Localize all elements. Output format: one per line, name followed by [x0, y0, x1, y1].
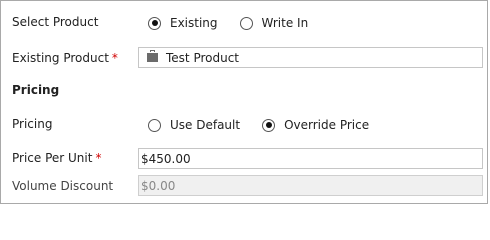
radio-existing[interactable]: Existing	[148, 16, 218, 30]
volume-discount-value: $0.00	[141, 178, 176, 193]
existing-product-label: Existing Product *	[12, 51, 118, 65]
radio-existing-label[interactable]: Existing	[170, 16, 218, 30]
volume-discount-label: Volume Discount	[12, 179, 114, 193]
radio-write-in-indicator[interactable]	[239, 16, 253, 30]
required-marker: *	[95, 151, 102, 165]
radio-use-default[interactable]: Use Default	[148, 118, 240, 132]
existing-product-value[interactable]: Test Product	[166, 51, 239, 65]
section-title: Pricing	[12, 83, 60, 97]
existing-product-lookup[interactable]: Test Product	[138, 47, 483, 68]
radio-write-in-label[interactable]: Write In	[262, 16, 309, 30]
required-marker: *	[111, 51, 118, 65]
radio-existing-indicator[interactable]	[148, 16, 161, 30]
price-per-unit-label-text: Price Per Unit	[12, 151, 93, 165]
pricing-label: Pricing	[12, 117, 53, 131]
radio-override-price-label[interactable]: Override Price	[284, 118, 369, 132]
radio-override-price[interactable]: Override Price	[262, 118, 369, 132]
volume-discount-input: $0.00	[138, 175, 483, 196]
product-icon	[147, 50, 158, 62]
radio-use-default-label[interactable]: Use Default	[170, 118, 240, 132]
price-per-unit-value[interactable]: $450.00	[139, 152, 191, 166]
product-pricing-form: Select Product Existing Write In Existin…	[0, 0, 488, 204]
price-per-unit-input[interactable]: $450.00	[138, 148, 483, 169]
radio-use-default-indicator[interactable]	[148, 118, 161, 132]
price-per-unit-label: Price Per Unit *	[12, 151, 101, 165]
pricing-radio-group: Use Default Override Price	[148, 118, 391, 132]
radio-write-in[interactable]: Write In	[239, 16, 309, 30]
existing-product-label-text: Existing Product	[12, 51, 109, 65]
radio-override-price-indicator[interactable]	[262, 118, 276, 132]
select-product-label: Select Product	[12, 15, 99, 29]
select-product-radio-group: Existing Write In	[148, 16, 330, 30]
